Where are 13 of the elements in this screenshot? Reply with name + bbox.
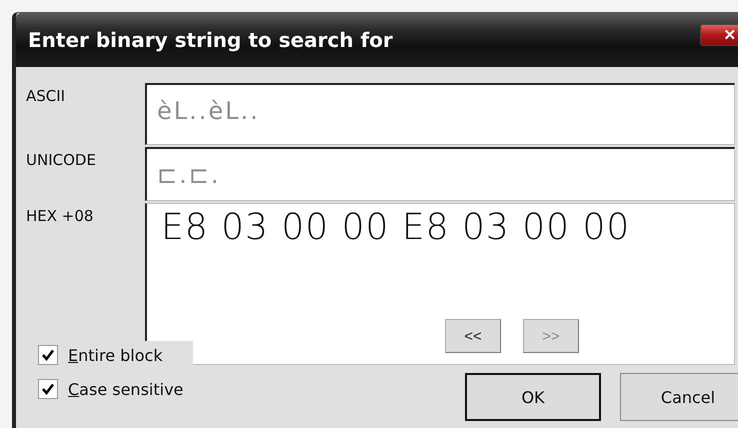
checkbox[interactable] <box>38 345 58 365</box>
cancel-button[interactable]: Cancel <box>620 373 738 421</box>
checkmark-icon <box>41 382 55 396</box>
field-label: UNICODE <box>26 151 96 169</box>
checkmark-icon <box>41 348 55 362</box>
checkbox-row[interactable]: Case sensitive <box>16 375 194 403</box>
close-button[interactable]: ✕ <box>700 24 738 46</box>
window-title: Enter binary string to search for <box>28 28 393 52</box>
field-label: HEX +08 <box>26 207 94 225</box>
checkbox[interactable] <box>38 379 58 399</box>
field-label: ASCII <box>26 87 66 105</box>
ok-button[interactable]: OK <box>465 373 601 421</box>
previous-button[interactable]: << <box>445 319 501 353</box>
